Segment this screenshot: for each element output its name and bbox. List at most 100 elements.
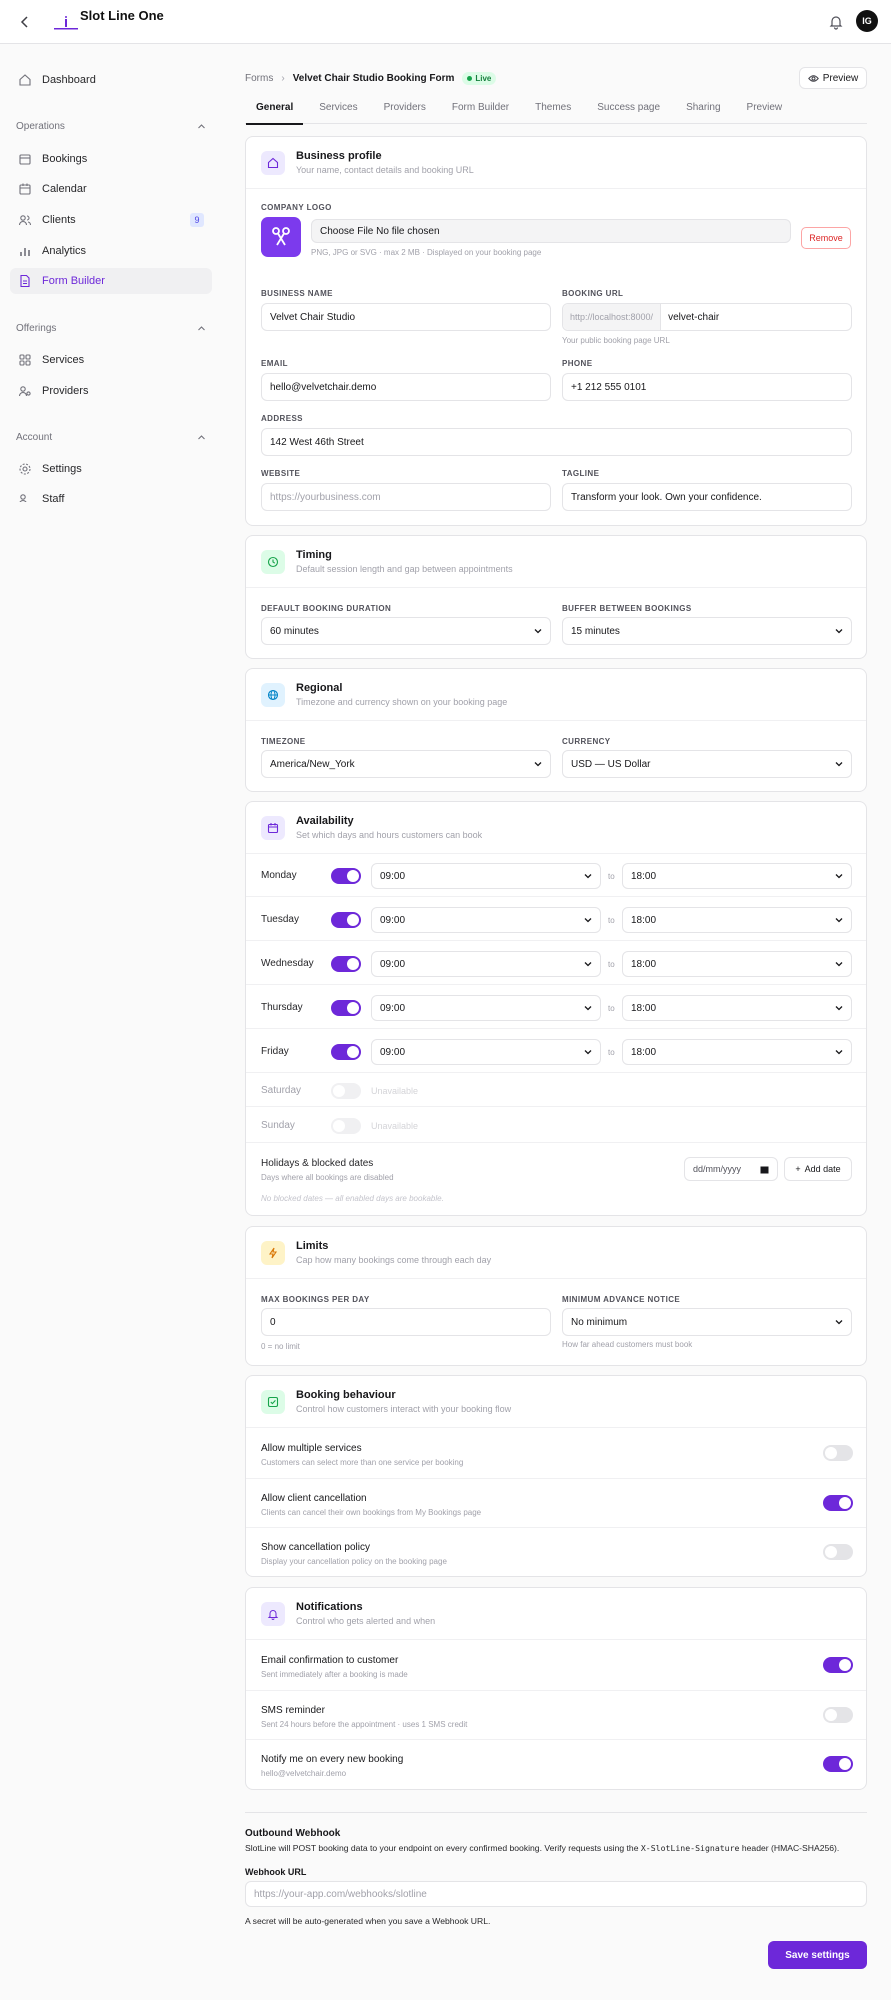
setting-title: Show cancellation policy (261, 1542, 370, 1553)
sidebar-item-settings[interactable]: Settings (10, 456, 212, 482)
card-subtitle: Set which days and hours customers can b… (296, 830, 483, 840)
tuesday-start-select[interactable]: 09:00 (371, 907, 601, 933)
sidebar-item-bookings[interactable]: Bookings (10, 146, 212, 172)
friday-start-select[interactable]: 09:00 (371, 1039, 601, 1065)
buffer-select[interactable]: 15 minutes (562, 617, 852, 645)
multiple-services-toggle[interactable] (823, 1445, 853, 1461)
sidebar-item-staff[interactable]: Staff (10, 490, 212, 502)
tab-form-builder[interactable]: Form Builder (452, 96, 509, 124)
checkbox-icon (261, 1390, 285, 1414)
wednesday-end-select[interactable]: 18:00 (622, 951, 852, 977)
client-cancellation-toggle[interactable] (823, 1495, 853, 1511)
phone-field[interactable]: +1 212 555 0101 (562, 373, 852, 401)
back-arrow-icon[interactable] (16, 13, 34, 31)
friday-toggle[interactable] (331, 1044, 361, 1060)
sidebar-item-form-builder[interactable]: Form Builder (10, 268, 212, 294)
logo-file-input[interactable]: Choose File No file chosen (311, 219, 791, 243)
logo-label: COMPANY LOGO (261, 203, 332, 212)
calendar-icon (19, 183, 31, 195)
tagline-field[interactable]: Transform your look. Own your confidence… (562, 483, 852, 511)
save-settings-button[interactable]: Save settings (768, 1941, 867, 1969)
chevron-down-icon (835, 962, 843, 967)
booking-url-input[interactable]: http://localhost:8000/ velvet-chair (562, 303, 852, 331)
preview-label: Preview (822, 72, 859, 84)
bell-icon[interactable] (828, 14, 844, 30)
tab-themes[interactable]: Themes (535, 96, 571, 124)
currency-value: USD — US Dollar (571, 758, 651, 770)
sidebar-section-offerings[interactable]: Offerings (16, 323, 206, 334)
friday-end-select[interactable]: 18:00 (622, 1039, 852, 1065)
sidebar-item-label: Calendar (42, 183, 87, 195)
sidebar-item-label: Providers (42, 385, 89, 397)
tuesday-toggle[interactable] (331, 912, 361, 928)
business-name-input[interactable]: Velvet Chair Studio (261, 303, 551, 331)
sidebar-section-account[interactable]: Account (16, 432, 206, 443)
saturday-toggle[interactable] (331, 1083, 361, 1099)
sidebar-item-label: Services (42, 354, 85, 366)
wednesday-start-select[interactable]: 09:00 (371, 951, 601, 977)
remove-logo-button[interactable]: Remove (801, 227, 851, 249)
holidays-subtitle: Days where all bookings are disabled (261, 1173, 394, 1182)
website-label: WEBSITE (261, 469, 301, 478)
address-field[interactable]: 142 West 46th Street (261, 428, 852, 456)
section-label: Offerings (16, 323, 57, 334)
advance-notice-select[interactable]: No minimum (562, 1308, 852, 1336)
divider (245, 1812, 867, 1813)
sidebar-item-clients[interactable]: Clients 9 (10, 207, 212, 233)
webhook-url-input[interactable]: https://your-app.com/webhooks/slotline (245, 1881, 867, 1907)
sms-reminder-toggle[interactable] (823, 1707, 853, 1723)
blocked-date-input[interactable]: dd/mm/yyyy (684, 1157, 778, 1181)
website-field[interactable]: https://yourbusiness.com (261, 483, 551, 511)
duration-label: DEFAULT BOOKING DURATION (261, 604, 392, 613)
sidebar-item-calendar[interactable]: Calendar (10, 176, 212, 202)
address-label: ADDRESS (261, 414, 303, 423)
to-label: to (608, 960, 615, 969)
tab-providers[interactable]: Providers (384, 96, 426, 124)
tuesday-end-select[interactable]: 18:00 (622, 907, 852, 933)
sidebar-item-providers[interactable]: Providers (10, 378, 212, 404)
wednesday-toggle[interactable] (331, 956, 361, 972)
email-confirmation-toggle[interactable] (823, 1657, 853, 1673)
monday-toggle[interactable] (331, 868, 361, 884)
timezone-select[interactable]: America/New_York (261, 750, 551, 778)
cancellation-policy-toggle[interactable] (823, 1544, 853, 1560)
divider (246, 1690, 866, 1691)
thursday-start-select[interactable]: 09:00 (371, 995, 601, 1021)
home-icon (19, 74, 31, 86)
preview-button[interactable]: Preview (799, 67, 867, 89)
tab-sharing[interactable]: Sharing (686, 96, 720, 124)
sidebar-item-analytics[interactable]: Analytics (10, 238, 212, 264)
add-date-button[interactable]: + Add date (784, 1157, 852, 1181)
setting-title: Notify me on every new booking (261, 1754, 404, 1765)
sidebar-item-dashboard[interactable]: Dashboard (10, 67, 212, 93)
card-title: Business profile (296, 150, 382, 162)
breadcrumb: Forms › Velvet Chair Studio Booking Form… (245, 72, 497, 85)
card-subtitle: Default session length and gap between a… (296, 564, 513, 574)
tab-services[interactable]: Services (319, 96, 357, 124)
thursday-toggle[interactable] (331, 1000, 361, 1016)
duration-select[interactable]: 60 minutes (261, 617, 551, 645)
logo-hint: PNG, JPG or SVG · max 2 MB · Displayed o… (311, 248, 542, 257)
tab-general[interactable]: General (245, 96, 304, 125)
avatar[interactable]: IG (856, 10, 878, 32)
breadcrumb-root[interactable]: Forms (245, 73, 273, 84)
monday-start-select[interactable]: 09:00 (371, 863, 601, 889)
notify-new-booking-toggle[interactable] (823, 1756, 853, 1772)
sidebar-item-services[interactable]: Services (10, 347, 212, 373)
email-field[interactable]: hello@velvetchair.demo (261, 373, 551, 401)
chevron-down-icon (534, 629, 542, 634)
sidebar-section-operations[interactable]: Operations (16, 121, 206, 132)
bookings-icon (19, 154, 31, 165)
max-bookings-input[interactable]: 0 (261, 1308, 551, 1336)
thursday-end-select[interactable]: 18:00 (622, 995, 852, 1021)
lightning-icon (261, 1241, 285, 1265)
card-header: Availability Set which days and hours cu… (246, 802, 866, 854)
app-title: Slot Line One (80, 8, 164, 23)
card-header: Business profile Your name, contact deta… (246, 137, 866, 189)
business-profile-card: Business profile Your name, contact deta… (245, 136, 867, 526)
monday-end-select[interactable]: 18:00 (622, 863, 852, 889)
sunday-toggle[interactable] (331, 1118, 361, 1134)
currency-select[interactable]: USD — US Dollar (562, 750, 852, 778)
tab-preview[interactable]: Preview (747, 96, 783, 124)
tab-success-page[interactable]: Success page (597, 96, 660, 124)
